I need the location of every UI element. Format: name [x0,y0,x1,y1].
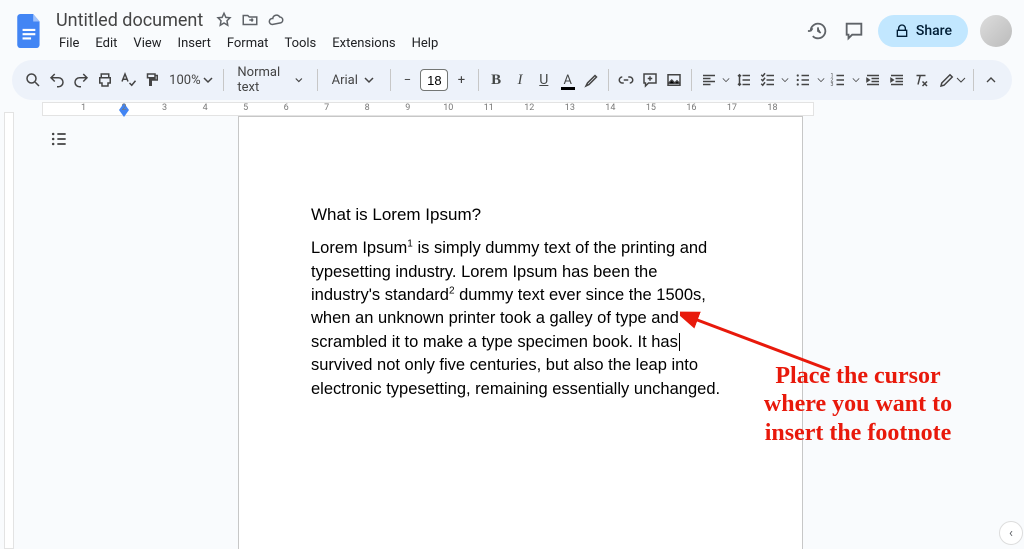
explore-button[interactable]: ‹ [999,521,1023,545]
document-page[interactable]: What is Lorem Ipsum? Lorem Ipsum1 is sim… [238,116,803,549]
chevron-down-icon[interactable] [816,76,825,84]
paint-format-icon[interactable] [141,66,163,94]
zoom-value: 100% [169,73,200,88]
menu-bar: File Edit View Insert Format Tools Exten… [52,33,806,54]
add-comment-icon[interactable] [639,66,661,94]
zoom-selector[interactable]: 100% [165,73,216,88]
menu-help[interactable]: Help [405,33,446,54]
print-icon[interactable] [94,66,116,94]
menu-edit[interactable]: Edit [88,33,124,54]
font-size-control: − + [396,69,472,91]
line-spacing-button[interactable] [733,66,755,94]
move-folder-icon[interactable] [241,11,259,29]
menu-tools[interactable]: Tools [277,33,323,54]
share-label: Share [916,23,952,39]
history-icon[interactable] [806,19,830,43]
doc-heading: What is Lorem Ipsum? [311,203,730,227]
app-header: Untitled document File Edit View Insert … [0,0,1024,56]
redo-icon[interactable] [70,66,92,94]
font-size-increase[interactable]: + [450,69,472,91]
search-icon[interactable] [22,66,44,94]
insert-link-icon[interactable] [615,66,637,94]
doc-paragraph: Lorem Ipsum1 is simply dummy text of the… [311,237,730,401]
font-family-selector[interactable]: Arial [324,73,384,88]
checklist-button[interactable] [757,66,779,94]
bulleted-list-button[interactable] [792,66,814,94]
annotation-text: Place the cursor where you want to inser… [724,362,992,447]
collapse-toolbar-icon[interactable] [980,66,1002,94]
svg-text:3: 3 [831,82,834,88]
vertical-ruler [0,102,18,549]
document-title[interactable]: Untitled document [52,9,207,32]
menu-format[interactable]: Format [220,33,276,54]
paragraph-style-selector[interactable]: Normal text [229,65,310,95]
user-avatar[interactable] [980,15,1012,47]
chevron-down-icon[interactable] [851,76,860,84]
text-color-button[interactable]: A [557,66,579,94]
clear-formatting-button[interactable] [910,66,932,94]
italic-button[interactable]: I [509,66,531,94]
style-value: Normal text [237,65,289,95]
font-value: Arial [332,73,358,88]
document-outline-icon[interactable] [48,128,70,150]
highlight-color-button[interactable] [581,66,603,94]
horizontal-ruler[interactable]: 123456789101112131415161718 [42,102,814,116]
align-button[interactable] [698,66,720,94]
undo-icon[interactable] [46,66,68,94]
star-icon[interactable] [215,11,233,29]
page-content[interactable]: What is Lorem Ipsum? Lorem Ipsum1 is sim… [311,203,730,401]
numbered-list-button[interactable]: 123 [827,66,849,94]
toolbar: 100% Normal text Arial − + B I U A [12,60,1012,100]
decrease-indent-button[interactable] [862,66,884,94]
font-size-decrease[interactable]: − [396,69,418,91]
menu-view[interactable]: View [126,33,168,54]
cloud-status-icon[interactable] [267,11,285,29]
docs-logo-icon[interactable] [12,13,48,49]
text-cursor [679,333,680,351]
workspace: 123456789101112131415161718 What is Lore… [0,102,1024,549]
insert-image-icon[interactable] [663,66,685,94]
menu-insert[interactable]: Insert [171,33,218,54]
chevron-down-icon[interactable] [721,76,730,84]
share-button[interactable]: Share [878,15,968,47]
chevron-down-icon[interactable] [781,76,790,84]
editing-mode-button[interactable] [936,66,967,94]
font-size-input[interactable] [420,69,448,91]
comments-icon[interactable] [842,19,866,43]
bold-button[interactable]: B [485,66,507,94]
spellcheck-icon[interactable] [117,66,139,94]
menu-file[interactable]: File [52,33,86,54]
menu-extensions[interactable]: Extensions [325,33,402,54]
underline-button[interactable]: U [533,66,555,94]
increase-indent-button[interactable] [886,66,908,94]
